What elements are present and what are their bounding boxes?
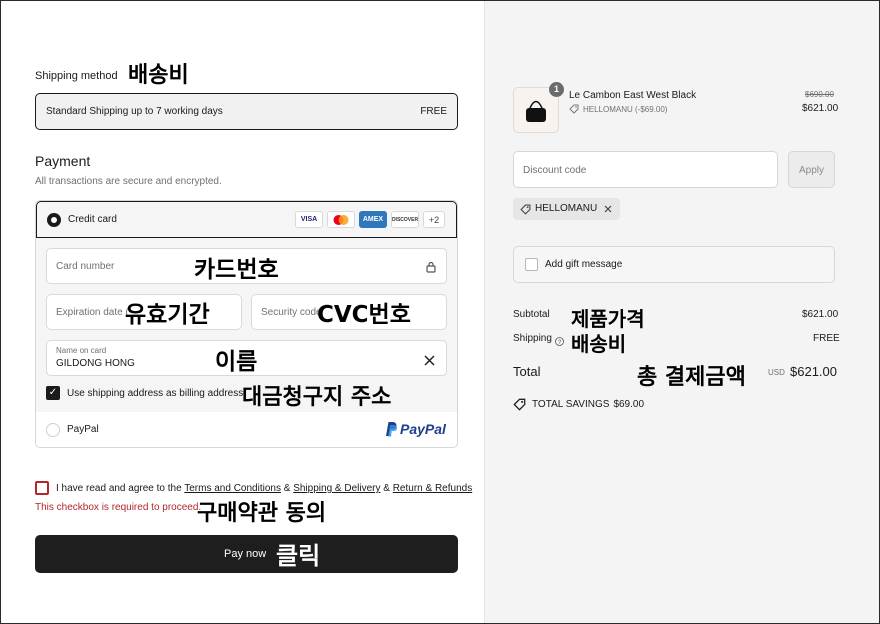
paypal-label: PayPal [67,424,99,435]
return-refunds-link[interactable]: Return & Refunds [393,483,473,494]
credit-card-radio[interactable] [47,213,61,227]
savings-tag-icon [513,398,526,411]
product-name: Le Cambon East West Black [569,90,697,101]
total-value: $621.00 [790,364,837,379]
expiration-date-placeholder: Expiration date ( [56,307,129,318]
product-discount: HELLOMANU (-$69.00) [569,104,667,114]
terms-text: I have read and agree to the Terms and C… [56,483,472,494]
annotation-total: 총 결제금액 [637,365,746,390]
product-discount-text: HELLOMANU (-$69.00) [583,104,668,114]
amex-icon: AMEX [359,211,387,228]
quantity-badge: 1 [549,82,564,97]
shipping-delivery-link[interactable]: Shipping & Delivery [293,483,380,494]
paypal-logo-icon: PayPal [384,421,446,437]
lock-icon [426,260,436,278]
shipping-option[interactable]: Standard Shipping up to 7 working days F… [35,93,458,130]
shipping-label: Shipping [513,333,552,344]
credit-card-label: Credit card [68,214,117,225]
annotation-shipping-fee: 배송비 [128,63,189,88]
discount-code-input[interactable]: Discount code [513,151,778,188]
terms-separator-2: & [380,483,393,494]
apply-discount-button[interactable]: Apply [788,151,835,188]
total-savings: TOTAL SAVINGS $69.00 [513,398,644,411]
gift-message-label: Add gift message [545,259,623,270]
shipping-value: FREE [813,333,840,344]
security-code-placeholder: Security code [261,307,322,318]
savings-value: $69.00 [613,399,645,410]
card-number-placeholder: Card number [56,261,115,272]
applied-discount-tag: HELLOMANU [513,198,620,220]
annotation-shipping: 배송비 [571,332,627,356]
discover-icon: DISCOVER [391,211,419,228]
product-price: $621.00 [802,103,839,114]
terms-separator-1: & [280,483,294,494]
payment-subtitle: All transactions are secure and encrypte… [35,176,222,187]
more-brands-badge: +2 [423,211,445,228]
billing-address-label: Use shipping address as billing address [67,388,244,399]
name-on-card-value: GILDONG HONG [56,358,135,369]
mastercard-icon [327,211,355,228]
subtotal-label: Subtotal [513,309,550,320]
total-label: Total [513,364,541,379]
tag-icon [569,104,579,114]
pay-now-label: Pay now [224,548,267,560]
name-on-card-label: Name on card [56,346,107,355]
gift-message-checkbox[interactable] [525,258,538,271]
annotation-cvc: CVC번호 [317,302,411,328]
product-original-price: $690.00 [805,90,834,99]
pay-now-button[interactable]: Pay now [35,535,458,573]
paypal-logo-text: PayPal [400,421,446,437]
annotation-click: 클릭 [276,542,321,570]
discover-icon-label: DISCOVER [391,216,419,223]
paypal-option[interactable]: PayPal PayPal [36,412,457,447]
gift-message-option[interactable]: Add gift message [513,246,835,283]
terms-checkbox[interactable] [35,481,49,495]
shipping-method-label: Shipping method [35,70,118,82]
total-currency: USD [768,368,785,377]
annotation-name: 이름 [215,349,258,375]
remove-discount-icon[interactable] [604,205,612,213]
credit-card-fields: Card number 카드번호 Expiration date ( 유효기간 … [36,238,457,412]
savings-label: TOTAL SAVINGS [532,399,610,410]
terms-prefix: I have read and agree to the [56,483,185,494]
annotation-expiration: 유효기간 [125,302,210,328]
terms-conditions-link[interactable]: Terms and Conditions [184,483,281,494]
billing-address-checkbox[interactable]: ✓ [46,386,60,400]
paypal-radio[interactable] [46,423,60,437]
payment-methods: Credit card VISA AMEX DISCOVER +2 Card n… [35,200,458,448]
visa-icon: VISA [295,211,323,228]
subtotal-value: $621.00 [802,309,839,320]
applied-discount-code: HELLOMANU [535,203,598,214]
payment-title: Payment [35,153,91,169]
discount-code-placeholder: Discount code [523,165,587,176]
shipping-option-name: Standard Shipping up to 7 working days [46,106,223,117]
terms-error-message: This checkbox is required to proceed. [35,502,202,513]
shipping-option-price: FREE [420,106,447,117]
annotation-terms-agree: 구매약관 동의 [197,501,327,526]
tag-icon [520,204,531,215]
apply-label: Apply [799,165,825,176]
clear-icon[interactable] [424,353,435,371]
annotation-card-number: 카드번호 [194,257,279,283]
credit-card-option[interactable]: Credit card VISA AMEX DISCOVER +2 [36,201,457,238]
help-icon[interactable]: ? [555,333,564,351]
annotation-billing-address: 대금청구지 주소 [242,385,392,410]
